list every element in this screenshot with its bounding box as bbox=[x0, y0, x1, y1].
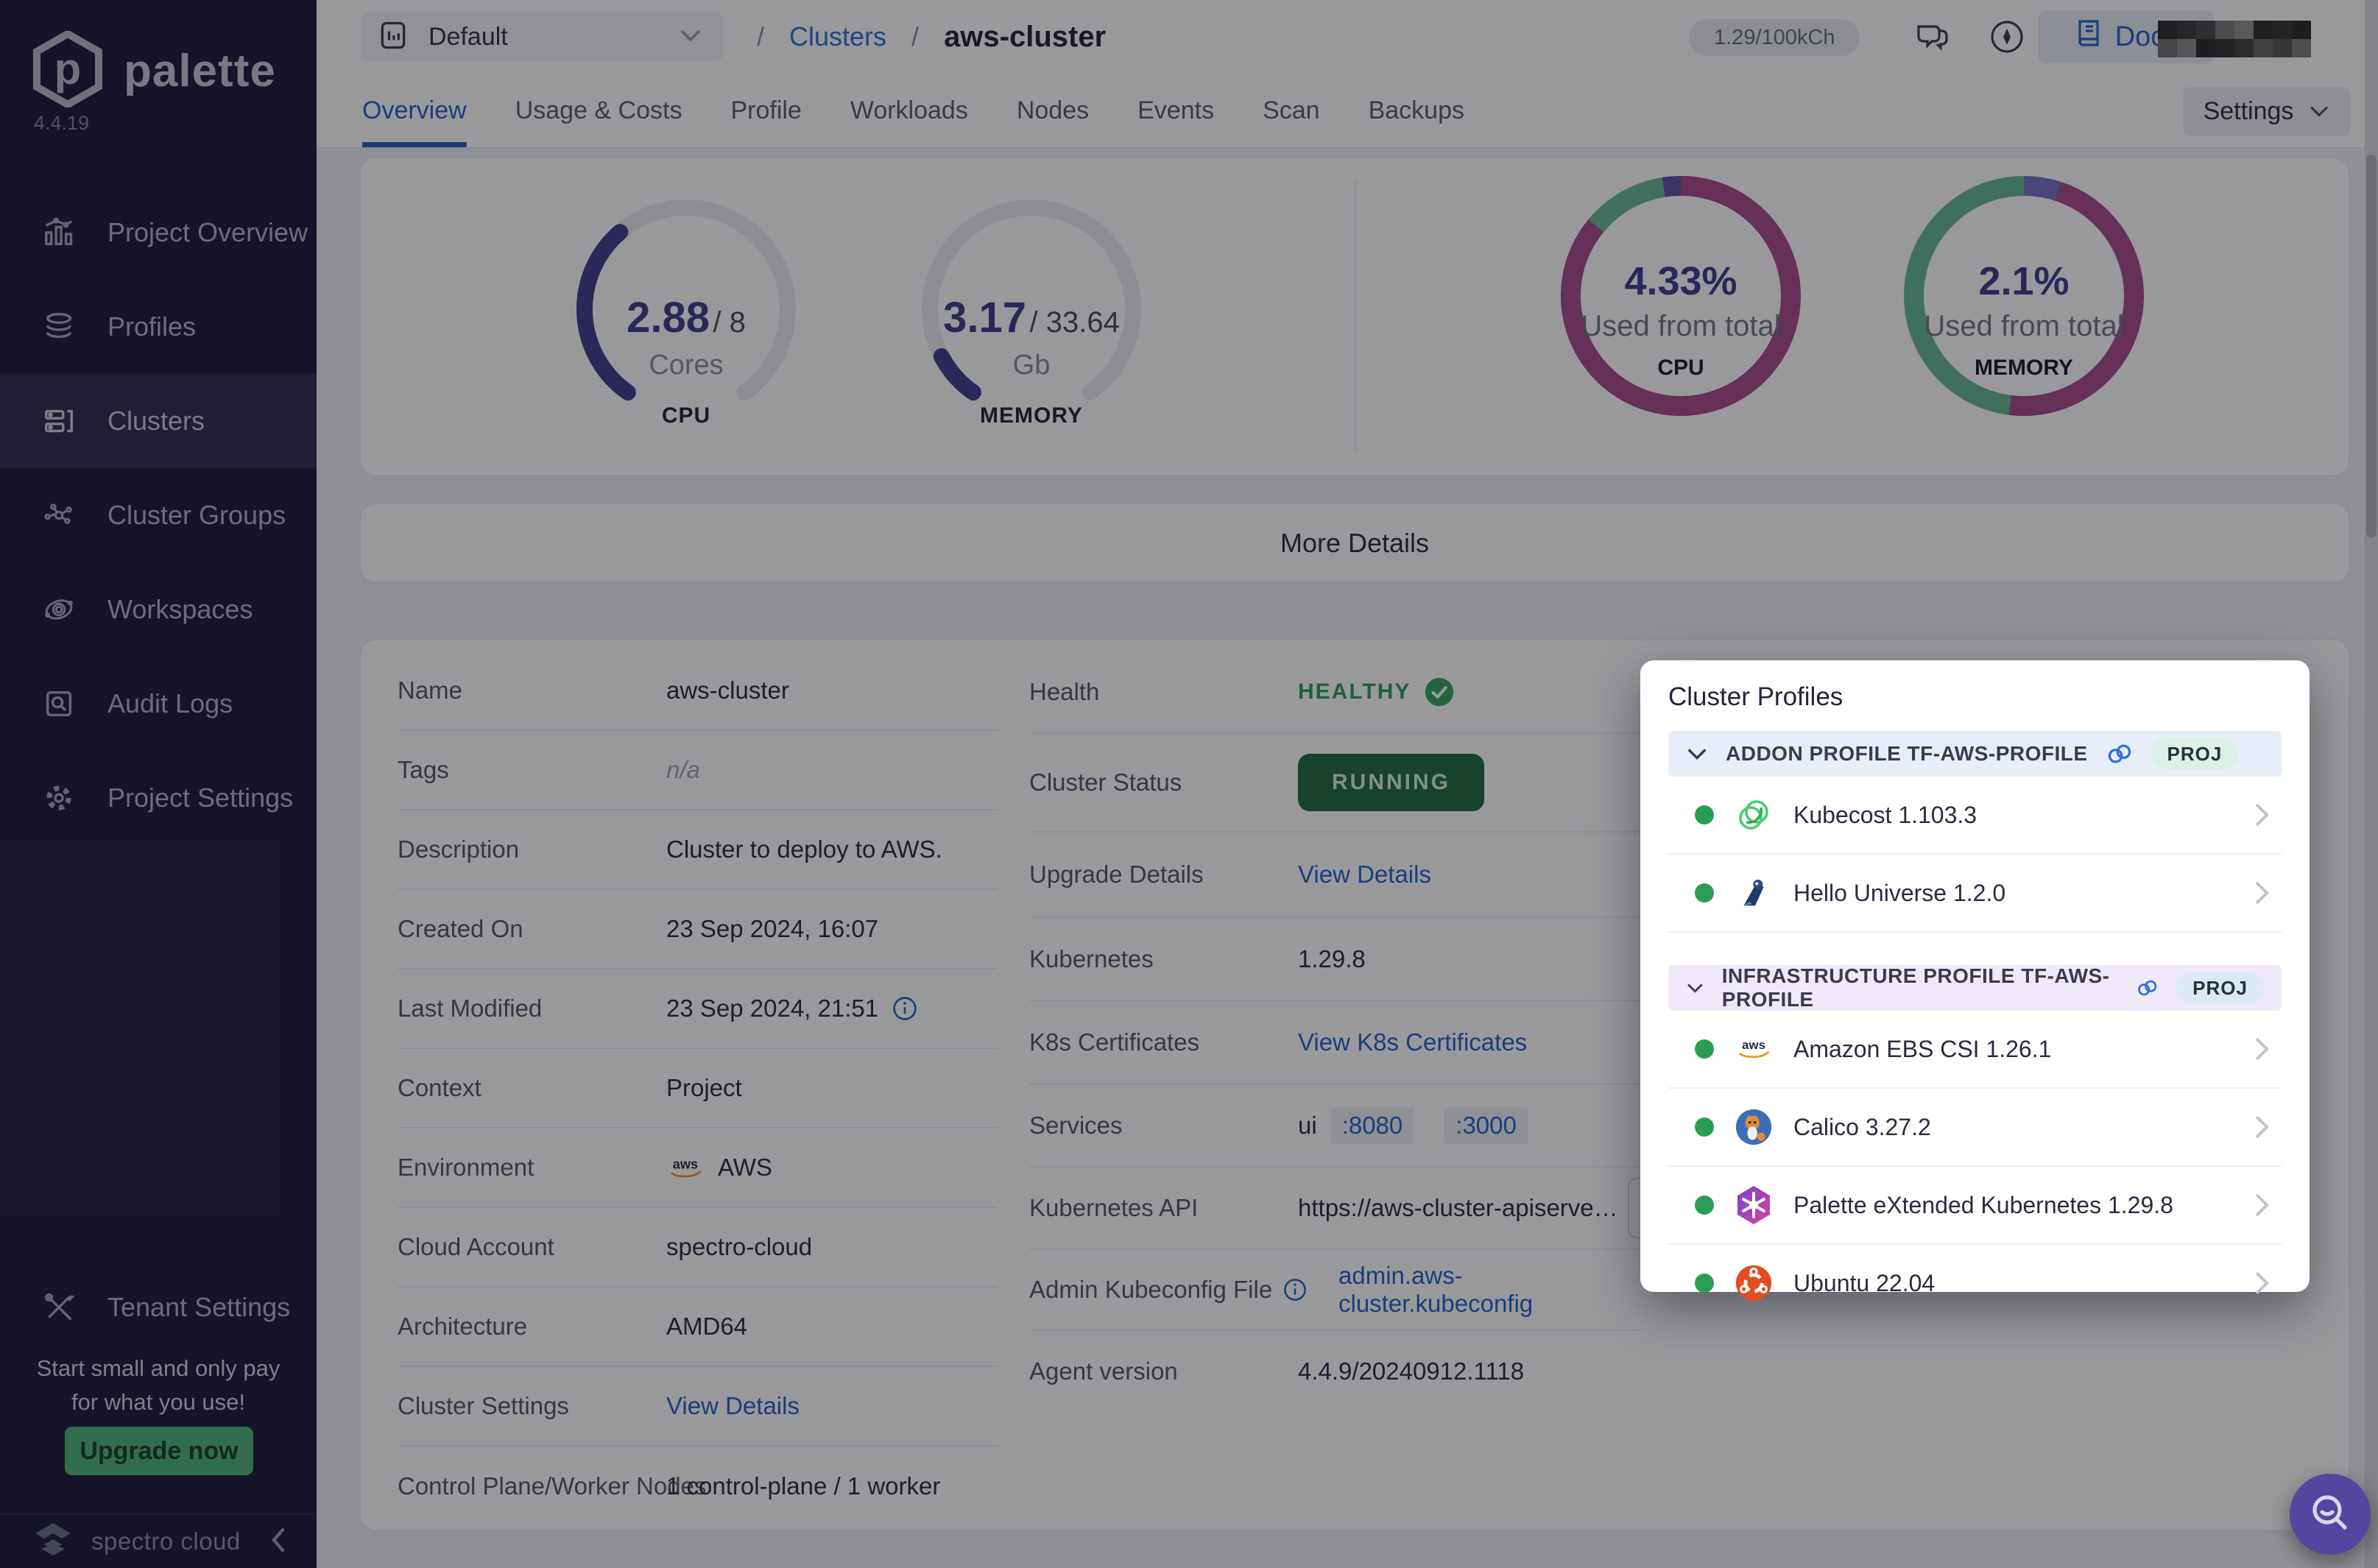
pack-status-dot bbox=[1695, 805, 1714, 824]
profile-pack-row-pxk[interactable]: Palette eXtended Kubernetes 1.29.8 bbox=[1668, 1167, 2282, 1245]
profile-pack-row-kubecost[interactable]: Kubecost 1.103.3 bbox=[1668, 777, 2282, 855]
chevron-right-icon bbox=[2252, 1268, 2271, 1298]
pack-status-dot bbox=[1695, 883, 1714, 903]
chevron-right-icon bbox=[2252, 878, 2271, 908]
hello-universe-logo bbox=[1735, 874, 1773, 912]
chevron-right-icon bbox=[2252, 800, 2271, 830]
pack-status-dot bbox=[1695, 1196, 1714, 1215]
palette-kubernetes-logo bbox=[1735, 1186, 1773, 1224]
profile-pack-row-ebs-csi[interactable]: aws Amazon EBS CSI 1.26.1 bbox=[1668, 1011, 2282, 1089]
profile-pack-row-ubuntu[interactable]: Ubuntu 22.04 bbox=[1668, 1245, 2282, 1321]
svg-text:aws: aws bbox=[1742, 1038, 1765, 1052]
pack-status-dot bbox=[1695, 1039, 1714, 1059]
chevron-right-icon bbox=[2252, 1190, 2271, 1220]
scope-badge: PROJ bbox=[2176, 972, 2264, 1004]
chevron-down-icon bbox=[1686, 746, 1708, 761]
chevron-right-icon bbox=[2252, 1034, 2271, 1064]
link-icon bbox=[2136, 977, 2159, 999]
app-root: p palette 4.4.19 Project Overview bbox=[0, 0, 2378, 1568]
infrastructure-profile-header[interactable]: INFRASTRUCTURE PROFILE TF-AWS-PROFILE PR… bbox=[1668, 965, 2282, 1011]
link-icon bbox=[2106, 743, 2134, 765]
search-smile-icon bbox=[2307, 1491, 2354, 1538]
kubecost-logo bbox=[1735, 796, 1773, 834]
pack-status-dot bbox=[1695, 1117, 1714, 1137]
calico-logo bbox=[1735, 1108, 1773, 1146]
profile-pack-row-hello-universe[interactable]: Hello Universe 1.2.0 bbox=[1668, 855, 2282, 933]
aws-logo: aws bbox=[1735, 1030, 1773, 1068]
chevron-down-icon bbox=[1686, 981, 1704, 995]
addon-profile-header[interactable]: ADDON PROFILE TF-AWS-PROFILE PROJ bbox=[1668, 731, 2282, 777]
chevron-right-icon bbox=[2252, 1112, 2271, 1142]
profile-pack-row-calico[interactable]: Calico 3.27.2 bbox=[1668, 1089, 2282, 1167]
cluster-profiles-panel: Cluster Profiles ADDON PROFILE TF-AWS-PR… bbox=[1640, 660, 2310, 1292]
panel-title: Cluster Profiles bbox=[1668, 682, 2282, 712]
feedback-search-button[interactable] bbox=[2290, 1474, 2371, 1555]
ubuntu-logo bbox=[1735, 1264, 1773, 1302]
pack-status-dot bbox=[1695, 1274, 1714, 1293]
scope-badge: PROJ bbox=[2151, 738, 2239, 770]
